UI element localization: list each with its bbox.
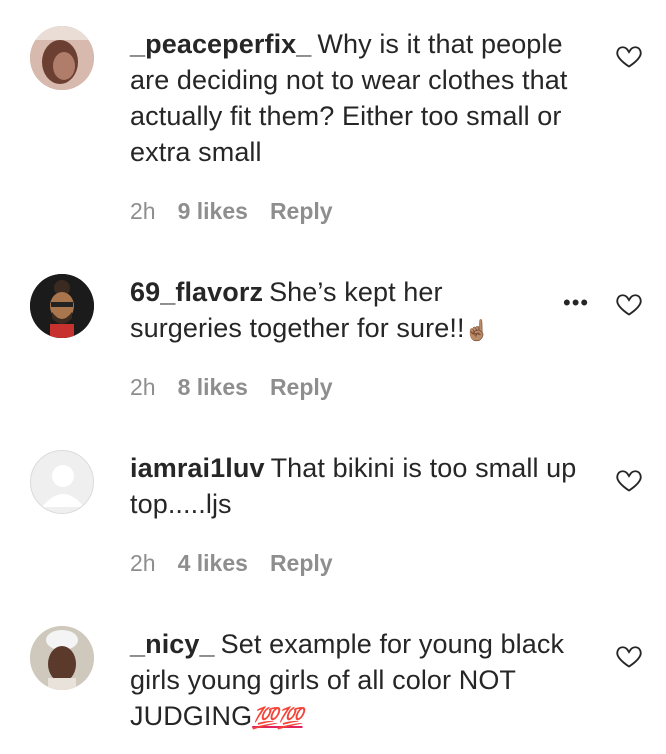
heart-icon[interactable] — [615, 642, 643, 670]
comment-username[interactable]: _nicy_ — [130, 629, 215, 659]
comment-body: _nicy_ Set example for young black girls … — [130, 626, 585, 737]
hundred-points-emoji: 💯💯 — [252, 707, 303, 730]
user-photo-avatar-icon — [30, 626, 94, 690]
comment-item: _nicy_ Set example for young black girls … — [0, 0, 666, 754]
avatar[interactable] — [30, 626, 94, 690]
